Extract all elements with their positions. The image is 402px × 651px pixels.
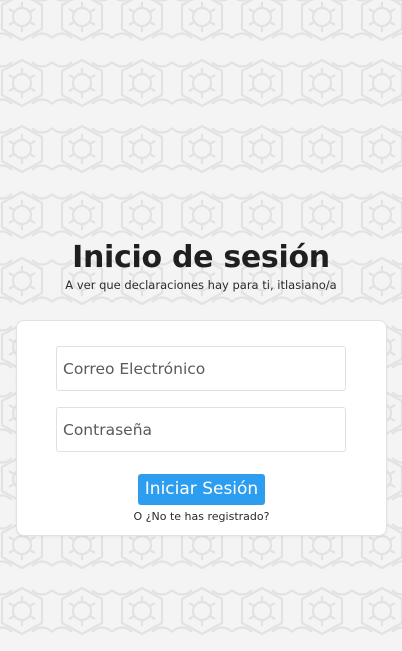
page-title: Inicio de sesión [72,240,330,275]
register-link[interactable]: O ¿No te has registrado? [17,510,386,523]
password-input[interactable] [57,408,345,451]
page-subtitle: A ver que declaraciones hay para ti, itl… [65,278,337,292]
login-button[interactable]: Iniciar Sesión [138,474,265,505]
email-input[interactable] [57,347,345,390]
email-field[interactable] [56,346,346,391]
login-card: Iniciar Sesión O ¿No te has registrado? [16,320,387,536]
header: Inicio de sesión A ver que declaraciones… [0,238,402,292]
password-field[interactable] [56,407,346,452]
